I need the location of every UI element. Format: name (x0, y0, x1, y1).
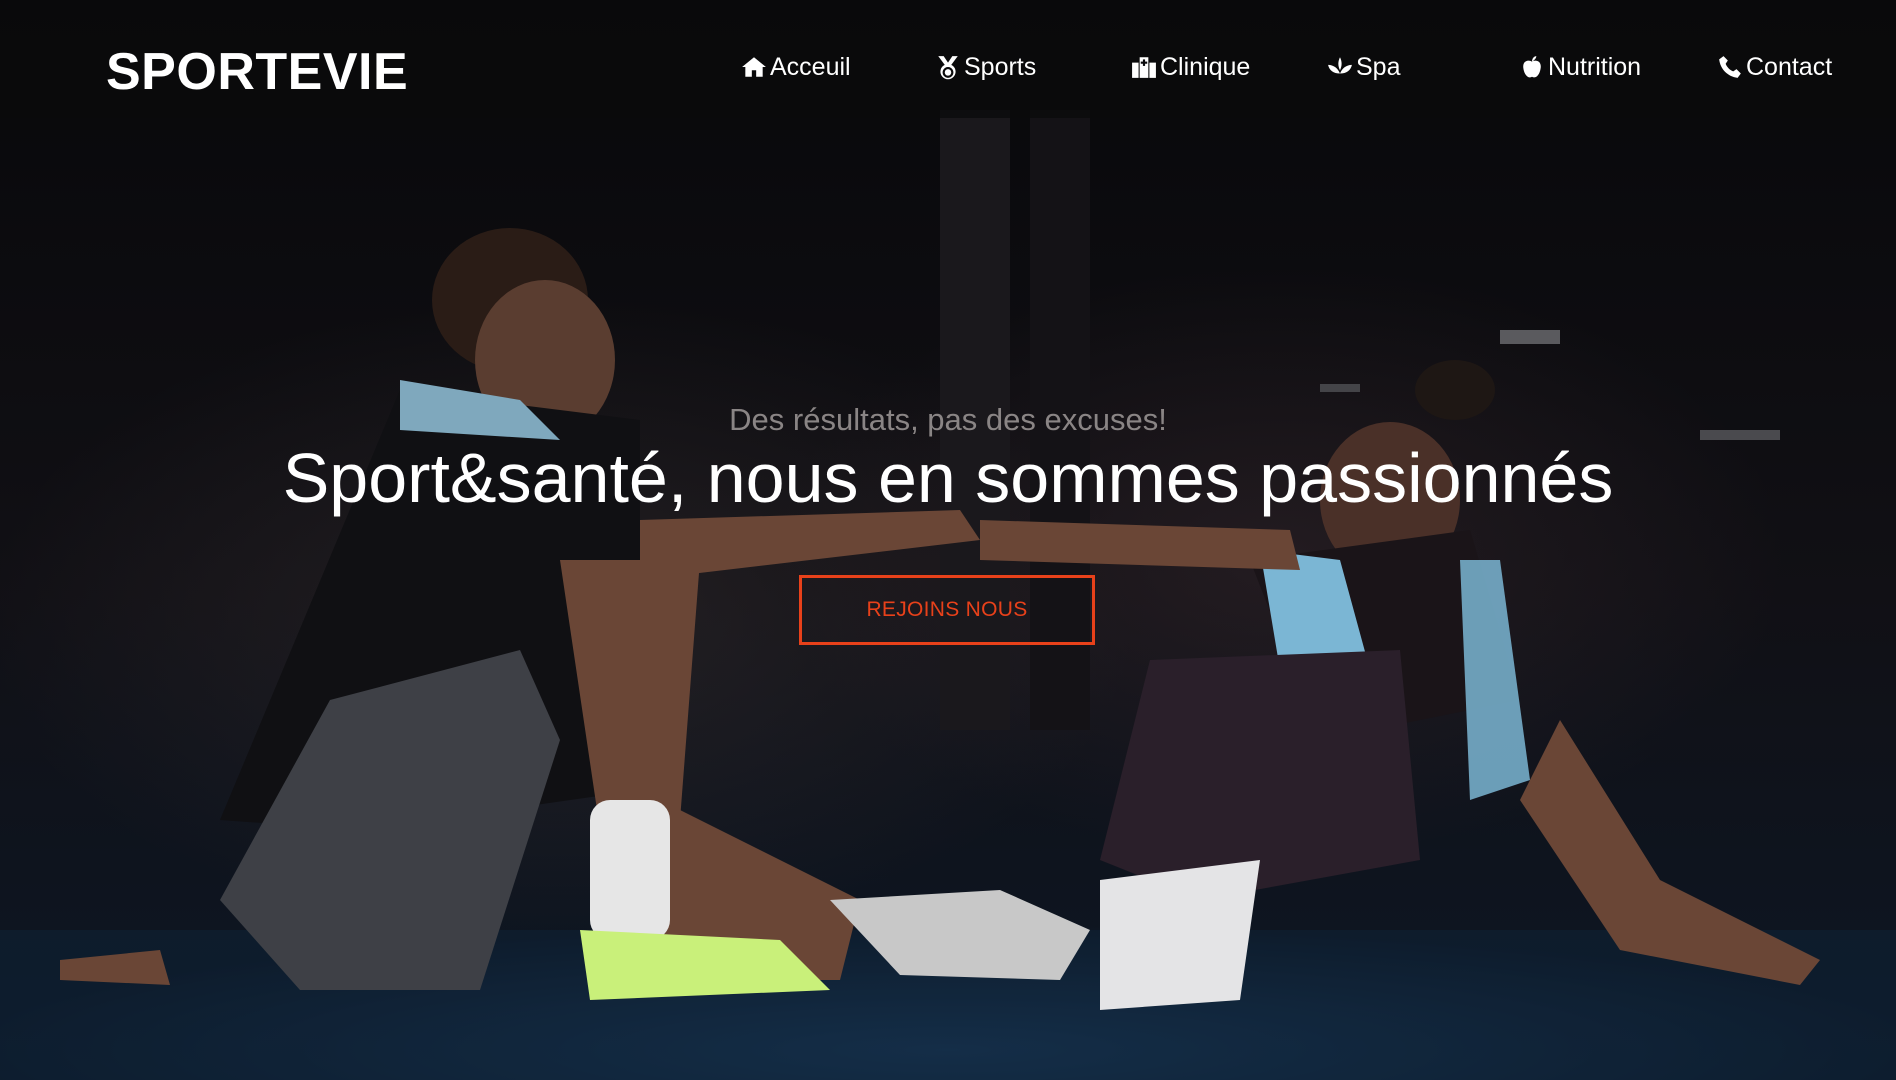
nav-item-label: Nutrition (1548, 52, 1642, 81)
home-icon (740, 53, 768, 81)
join-us-button[interactable]: REJOINS NOUS (799, 575, 1095, 645)
nav-item-spa[interactable]: Spa (1326, 50, 1400, 84)
hero-background-image (0, 110, 1896, 1080)
nav-item-clinique[interactable]: Clinique (1130, 50, 1250, 84)
nav-item-contact[interactable]: Contact (1716, 50, 1832, 84)
navbar: SPORTEVIE Acceuil Sports Clinique Spa Nu… (0, 0, 1896, 118)
hero-tagline: Des résultats, pas des excuses! (729, 402, 1167, 437)
hospital-icon (1130, 53, 1158, 81)
nav-item-acceuil[interactable]: Acceuil (740, 50, 851, 84)
nav-item-label: Contact (1746, 52, 1833, 81)
nav-item-label: Acceuil (770, 52, 851, 81)
nav-item-label: Clinique (1160, 52, 1251, 81)
hero-headline: Sport&santé, nous en sommes passionnés (282, 439, 1614, 517)
nav-item-nutrition[interactable]: Nutrition (1518, 50, 1641, 84)
medal-icon (934, 53, 962, 81)
hero-section: SPORTEVIE Acceuil Sports Clinique Spa Nu… (0, 0, 1896, 1080)
apple-icon (1518, 53, 1546, 81)
nav-item-sports[interactable]: Sports (934, 50, 1036, 84)
nav-item-label: Sports (964, 52, 1037, 81)
phone-icon (1716, 53, 1744, 81)
lotus-icon (1326, 53, 1354, 81)
site-logo[interactable]: SPORTEVIE (106, 46, 408, 98)
nav-item-label: Spa (1356, 52, 1401, 81)
